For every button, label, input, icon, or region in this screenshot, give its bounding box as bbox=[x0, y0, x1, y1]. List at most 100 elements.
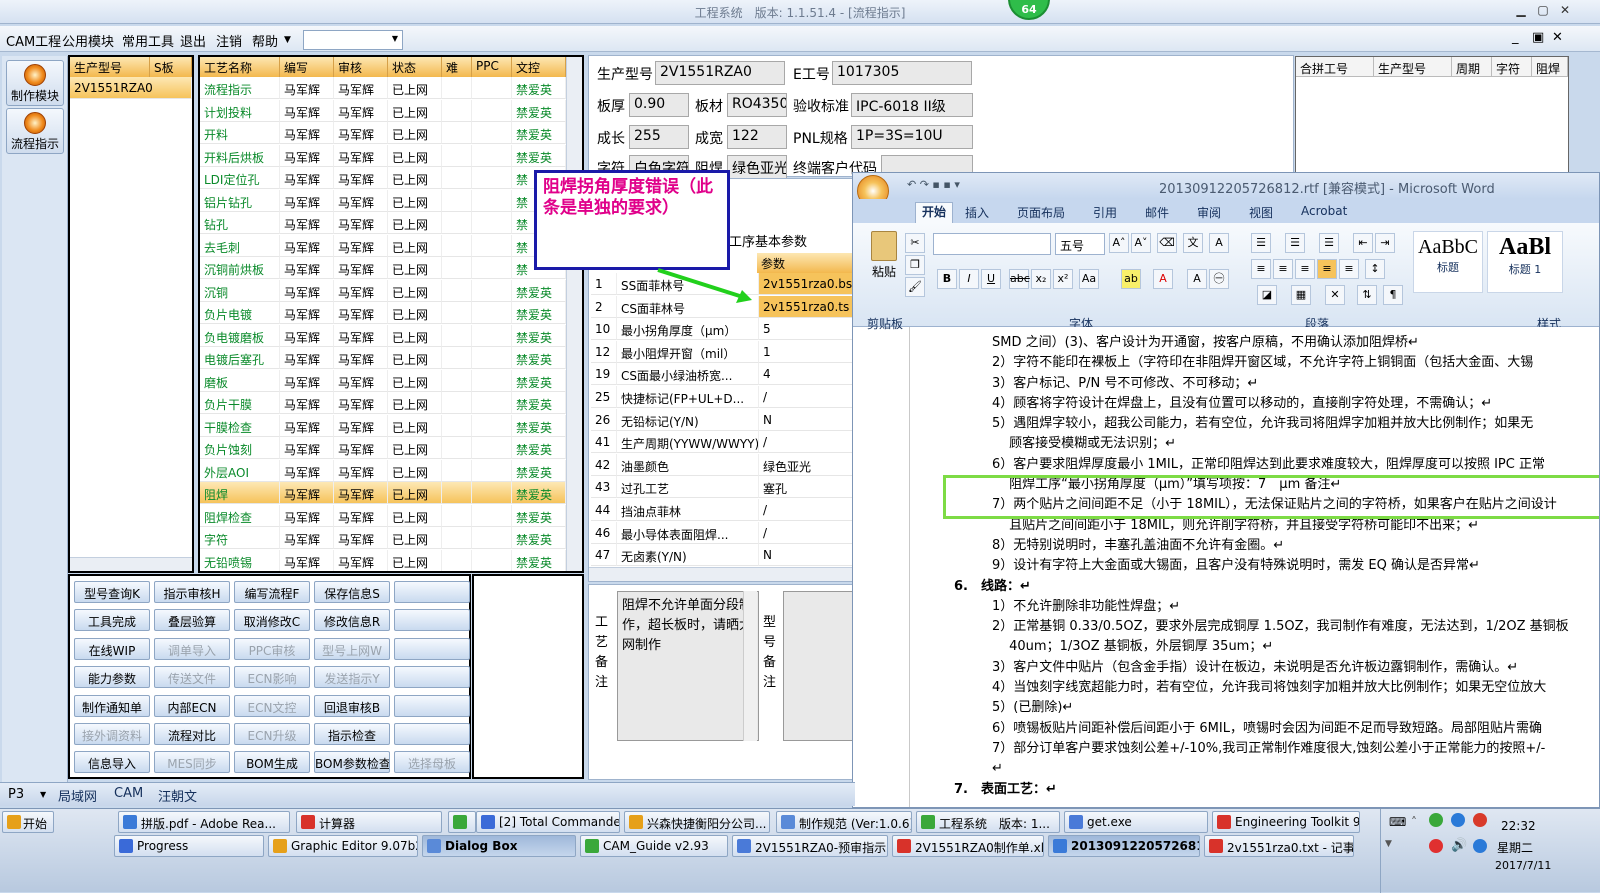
merge-col-header[interactable]: 阻焊 bbox=[1532, 57, 1568, 77]
process-cell[interactable]: 禁爱英 bbox=[512, 99, 566, 122]
process-cell[interactable]: 马军辉 bbox=[280, 302, 334, 324]
menu-help[interactable]: 帮助 bbox=[252, 31, 278, 50]
tab-mail[interactable]: 邮件 bbox=[1145, 204, 1169, 221]
process-cell[interactable]: 马军辉 bbox=[334, 212, 388, 234]
menu-tools[interactable]: 常用工具 bbox=[122, 31, 174, 50]
param-value[interactable]: 塞孔 bbox=[759, 476, 855, 499]
col-header[interactable]: PPC bbox=[472, 57, 512, 77]
param-id[interactable]: 25 bbox=[591, 386, 617, 408]
process-cell[interactable]: 马军辉 bbox=[280, 77, 334, 99]
merge-col-header[interactable]: 生产型号 bbox=[1374, 57, 1452, 77]
process-cell[interactable]: 禁爱英 bbox=[512, 122, 566, 144]
process-cell[interactable]: 马军辉 bbox=[280, 437, 334, 459]
tab-insert[interactable]: 插入 bbox=[965, 204, 989, 221]
process-cell[interactable]: 已上网 bbox=[388, 392, 442, 414]
process-name-cell[interactable]: 负电镀磨板 bbox=[200, 324, 280, 347]
col-header[interactable]: 审核 bbox=[334, 57, 388, 77]
font-color-icon[interactable]: A bbox=[1153, 269, 1173, 289]
process-cell[interactable]: 马军辉 bbox=[334, 234, 388, 257]
action-button[interactable]: 调单导入 bbox=[154, 637, 230, 660]
process-cell[interactable]: 已上网 bbox=[388, 257, 442, 279]
param-value[interactable]: 绿色亚光 bbox=[759, 453, 855, 476]
taskbar-item[interactable]: 拼版.pdf - Adobe Rea... bbox=[118, 811, 290, 833]
action-button[interactable]: 编写流程F bbox=[234, 581, 310, 603]
increase-indent-icon[interactable]: ⇥ bbox=[1375, 233, 1395, 253]
action-button[interactable]: 制作通知单 bbox=[74, 694, 150, 717]
process-name-cell[interactable]: 负片蚀刻 bbox=[200, 437, 280, 459]
bold-icon[interactable]: B bbox=[937, 269, 957, 289]
process-cell[interactable]: 马军辉 bbox=[280, 459, 334, 482]
process-cell[interactable] bbox=[472, 504, 512, 527]
process-cell[interactable]: 马军辉 bbox=[280, 234, 334, 257]
process-cell[interactable]: 禁爱英 bbox=[512, 482, 566, 504]
process-cell[interactable]: 马军辉 bbox=[280, 347, 334, 369]
clear-format-icon[interactable]: ⌫ bbox=[1157, 233, 1177, 253]
tab-layout[interactable]: 页面布局 bbox=[1017, 204, 1065, 221]
tab-references[interactable]: 引用 bbox=[1093, 204, 1117, 221]
process-cell[interactable] bbox=[442, 302, 472, 324]
process-cell[interactable]: 马军辉 bbox=[280, 549, 334, 571]
process-remark-text[interactable]: 阻焊不允许单面分段制作，超长板时，请晒大网制作 bbox=[617, 591, 759, 741]
process-cell[interactable] bbox=[472, 257, 512, 279]
process-cell[interactable] bbox=[472, 234, 512, 257]
process-cell[interactable] bbox=[442, 369, 472, 392]
menu-exit[interactable]: 退出 bbox=[180, 31, 206, 50]
param-col-header[interactable]: 参数 bbox=[757, 253, 853, 273]
taskbar-item[interactable]: 20130912205726812... bbox=[1048, 835, 1200, 857]
process-cell[interactable] bbox=[472, 167, 512, 189]
copy-icon[interactable]: ❐ bbox=[905, 255, 925, 275]
taskbar-item[interactable]: 2V1551RZA0-预审指示... bbox=[732, 835, 888, 857]
process-name-cell[interactable]: 无铅喷锡 bbox=[200, 549, 280, 571]
process-cell[interactable] bbox=[472, 99, 512, 122]
param-id[interactable]: 46 bbox=[591, 521, 617, 544]
len-field[interactable]: 255 bbox=[629, 125, 689, 149]
phonetic-icon[interactable]: 文 bbox=[1183, 233, 1203, 253]
process-name-cell[interactable]: 计划投料 bbox=[200, 99, 280, 122]
param-name[interactable]: 生产周期(YYWW/WWYY) bbox=[617, 431, 759, 454]
process-name-cell[interactable]: 负片干膜 bbox=[200, 392, 280, 414]
taskbar-item[interactable]: Dialog Box bbox=[422, 835, 576, 857]
action-button[interactable]: 型号查询K bbox=[74, 581, 150, 603]
align-left-icon[interactable]: ≡ bbox=[1251, 259, 1271, 279]
process-cell[interactable] bbox=[472, 212, 512, 234]
process-name-cell[interactable]: 流程指示 bbox=[200, 77, 280, 99]
italic-icon[interactable]: I bbox=[959, 269, 979, 289]
font-name-select[interactable] bbox=[933, 233, 1051, 255]
process-name-cell[interactable]: 外层AOI bbox=[200, 459, 280, 482]
param-name[interactable]: 最小导体表面阻焊... bbox=[617, 521, 759, 544]
process-cell[interactable]: 马军辉 bbox=[280, 189, 334, 212]
menu-logout[interactable]: 注销 bbox=[216, 31, 242, 50]
strikethrough-icon[interactable]: abc bbox=[1009, 269, 1030, 289]
process-cell[interactable]: 禁爱英 bbox=[512, 437, 566, 459]
process-cell[interactable]: 马军辉 bbox=[334, 99, 388, 122]
process-cell[interactable] bbox=[472, 392, 512, 414]
process-cell[interactable]: 已上网 bbox=[388, 234, 442, 257]
param-id[interactable]: 1 bbox=[591, 273, 617, 295]
action-button[interactable]: 叠层验算 bbox=[154, 609, 230, 632]
param-id[interactable]: 10 bbox=[591, 318, 617, 341]
shading-icon[interactable]: ◪ bbox=[1257, 285, 1277, 305]
col-header[interactable]: 工艺名称 bbox=[200, 57, 280, 77]
process-cell[interactable]: 已上网 bbox=[388, 122, 442, 144]
process-cell[interactable] bbox=[442, 549, 472, 571]
borders-icon[interactable]: ▦ bbox=[1291, 285, 1311, 305]
process-cell[interactable] bbox=[472, 302, 512, 324]
mdi-close-icon[interactable]: ✕ bbox=[1552, 30, 1563, 45]
action-button[interactable]: ECN升级 bbox=[234, 723, 310, 745]
process-cell[interactable] bbox=[472, 414, 512, 437]
param-id[interactable]: 43 bbox=[591, 476, 617, 499]
toolbar-combo[interactable]: ▼ bbox=[303, 30, 403, 50]
process-cell[interactable] bbox=[442, 414, 472, 437]
process-cell[interactable] bbox=[442, 392, 472, 414]
underline-icon[interactable]: U bbox=[981, 269, 1001, 289]
process-cell[interactable]: 已上网 bbox=[388, 527, 442, 549]
action-button[interactable]: 信息导入 bbox=[74, 751, 150, 774]
action-button[interactable]: 型号上网W bbox=[314, 637, 390, 660]
process-cell[interactable]: 马军辉 bbox=[280, 324, 334, 347]
merge-col-header[interactable]: 合拼工号 bbox=[1296, 57, 1374, 77]
process-cell[interactable]: 已上网 bbox=[388, 504, 442, 527]
model-row[interactable]: 2V1551RZA0 bbox=[70, 77, 192, 99]
process-cell[interactable]: 马军辉 bbox=[334, 144, 388, 167]
status-p[interactable]: P3 bbox=[8, 787, 24, 802]
process-cell[interactable] bbox=[472, 144, 512, 167]
